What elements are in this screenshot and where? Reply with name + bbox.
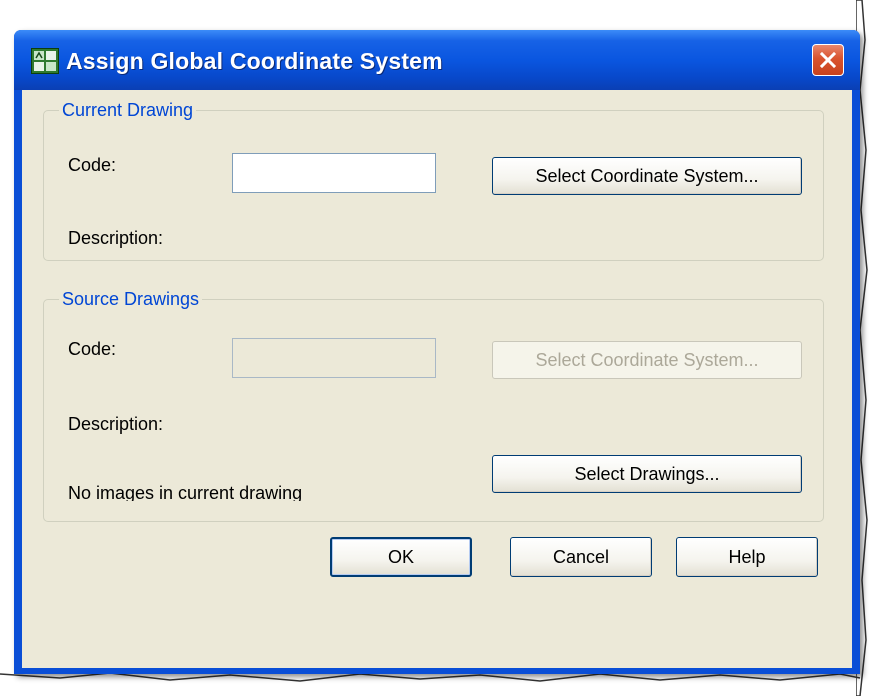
source-code-label: Code: bbox=[68, 339, 117, 359]
dialog-client-area: Current Drawing Code: Select Coordinate … bbox=[22, 90, 852, 668]
source-drawings-group: Source Drawings Code: Select Coordinate … bbox=[43, 288, 824, 522]
title-bar[interactable]: Assign Global Coordinate System bbox=[14, 30, 860, 90]
close-button[interactable] bbox=[812, 44, 844, 76]
current-code-label: Code: bbox=[68, 155, 117, 175]
help-button[interactable]: Help bbox=[676, 537, 818, 577]
autocad-map-icon bbox=[31, 48, 59, 74]
source-select-coordinate-system-button: Select Coordinate System... bbox=[492, 341, 802, 379]
source-description-label: Description: bbox=[68, 414, 164, 434]
source-drawings-legend: Source Drawings bbox=[59, 288, 203, 310]
torn-edge-bottom bbox=[0, 672, 861, 682]
close-icon bbox=[819, 51, 837, 69]
source-code-input bbox=[232, 338, 436, 378]
current-code-input[interactable] bbox=[232, 153, 436, 193]
images-status-text: No images in current drawing bbox=[68, 483, 303, 501]
current-description-label: Description: bbox=[68, 228, 164, 248]
cancel-button[interactable]: Cancel bbox=[510, 537, 652, 577]
dialog-window: Assign Global Coordinate System Current … bbox=[14, 30, 860, 674]
ok-button[interactable]: OK bbox=[330, 537, 472, 577]
window-title: Assign Global Coordinate System bbox=[66, 48, 443, 74]
current-drawing-group: Current Drawing Code: Select Coordinate … bbox=[43, 99, 824, 261]
current-drawing-legend: Current Drawing bbox=[59, 99, 197, 121]
current-select-coordinate-system-button[interactable]: Select Coordinate System... bbox=[492, 157, 802, 195]
select-drawings-button[interactable]: Select Drawings... bbox=[492, 455, 802, 493]
